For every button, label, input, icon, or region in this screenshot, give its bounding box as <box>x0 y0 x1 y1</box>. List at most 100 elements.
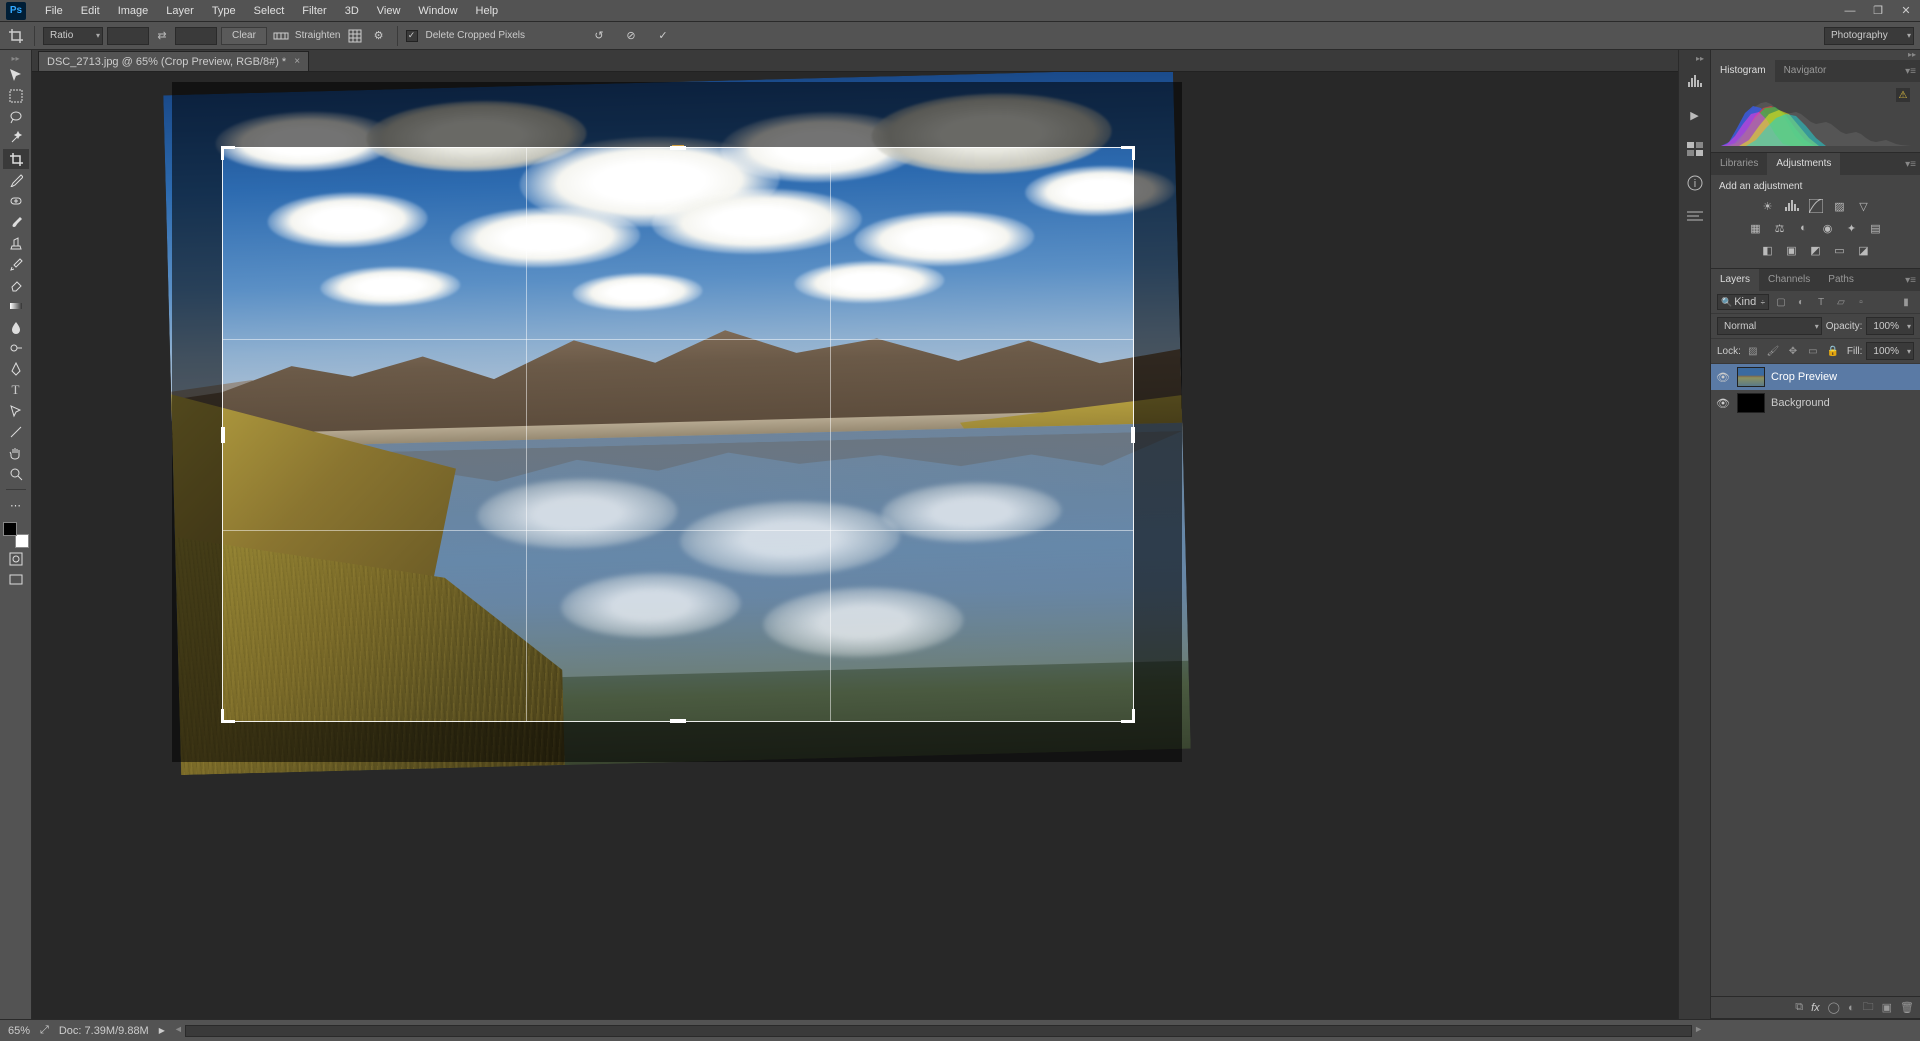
foreground-background-colors[interactable] <box>3 522 29 548</box>
menu-select[interactable]: Select <box>245 0 294 22</box>
crop-handle-left[interactable] <box>221 427 225 443</box>
layer-thumbnail[interactable] <box>1737 367 1765 387</box>
new-layer-icon[interactable]: ▣ <box>1882 1001 1892 1014</box>
paragraph-panel-icon[interactable] <box>1684 208 1706 226</box>
workspace-select[interactable]: Photography <box>1824 27 1914 45</box>
swap-dimensions-icon[interactable]: ⇄ <box>153 29 171 42</box>
crop-handle-bottom[interactable] <box>670 719 686 723</box>
lock-transparency-icon[interactable]: ▨ <box>1745 344 1761 358</box>
black-white-icon[interactable]: ◐ <box>1795 220 1813 236</box>
histogram-menu-icon[interactable]: ▾≡ <box>1905 66 1916 77</box>
clear-button[interactable]: Clear <box>221 27 267 45</box>
histogram-panel-icon[interactable] <box>1684 72 1706 90</box>
menu-filter[interactable]: Filter <box>293 0 335 22</box>
fill-field[interactable]: 100% <box>1866 342 1914 360</box>
gradient-map-icon[interactable]: ▭ <box>1831 242 1849 258</box>
dodge-tool[interactable] <box>3 338 29 358</box>
marquee-tool[interactable] <box>3 86 29 106</box>
history-brush-tool[interactable] <box>3 254 29 274</box>
layer-name[interactable]: Crop Preview <box>1771 371 1837 383</box>
exposure-icon[interactable]: ▨ <box>1831 198 1849 214</box>
menu-type[interactable]: Type <box>203 0 245 22</box>
eraser-tool[interactable] <box>3 275 29 295</box>
tab-paths[interactable]: Paths <box>1819 269 1863 291</box>
crop-options-gear-icon[interactable]: ⚙ <box>369 26 389 46</box>
layer-name[interactable]: Background <box>1771 397 1830 409</box>
vibrance-icon[interactable]: ▽ <box>1855 198 1873 214</box>
filter-smart-icon[interactable]: ▫ <box>1853 295 1869 309</box>
lasso-tool[interactable] <box>3 107 29 127</box>
layer-visibility-icon[interactable]: 👁 <box>1715 397 1731 410</box>
crop-height-field[interactable] <box>175 27 217 45</box>
new-group-icon[interactable]: 🗀 <box>1863 998 1874 1017</box>
swatches-panel-icon[interactable] <box>1684 140 1706 158</box>
layer-row[interactable]: 👁 Background <box>1711 390 1920 416</box>
crop-overlay-icon[interactable] <box>345 26 365 46</box>
menu-image[interactable]: Image <box>109 0 158 22</box>
lock-all-icon[interactable]: 🔒 <box>1825 344 1841 358</box>
levels-icon[interactable] <box>1783 198 1801 214</box>
hand-tool[interactable] <box>3 443 29 463</box>
quick-mask-icon[interactable] <box>3 549 29 569</box>
tab-navigator[interactable]: Navigator <box>1775 60 1836 82</box>
zoom-level[interactable]: 65% <box>8 1025 30 1037</box>
crop-handle-top[interactable] <box>670 146 686 150</box>
type-tool[interactable]: T <box>3 380 29 400</box>
opacity-field[interactable]: 100% <box>1866 317 1914 335</box>
healing-brush-tool[interactable] <box>3 191 29 211</box>
menu-window[interactable]: Window <box>409 0 466 22</box>
crop-handle-right[interactable] <box>1131 427 1135 443</box>
path-selection-tool[interactable] <box>3 401 29 421</box>
tab-layers[interactable]: Layers <box>1711 269 1759 291</box>
filter-pixel-icon[interactable]: ▢ <box>1773 295 1789 309</box>
menu-layer[interactable]: Layer <box>157 0 203 22</box>
window-close-icon[interactable]: ✕ <box>1892 0 1920 22</box>
zoom-tool[interactable] <box>3 464 29 484</box>
layers-menu-icon[interactable]: ▾≡ <box>1905 275 1916 286</box>
eyedropper-tool[interactable] <box>3 170 29 190</box>
cancel-crop-icon[interactable]: ⊘ <box>621 26 641 46</box>
screen-mode-icon[interactable] <box>3 570 29 590</box>
filter-adjustment-icon[interactable]: ◐ <box>1793 295 1809 309</box>
crop-tool[interactable] <box>3 149 29 169</box>
layer-mask-icon[interactable]: ◯ <box>1828 1001 1840 1014</box>
straighten-icon[interactable] <box>271 26 291 46</box>
layer-thumbnail[interactable] <box>1737 393 1765 413</box>
canvas[interactable] <box>32 72 1678 1019</box>
delete-cropped-checkbox[interactable]: ✓ <box>406 30 418 42</box>
lock-pixels-icon[interactable]: 🖌 <box>1765 344 1781 358</box>
new-adjustment-layer-icon[interactable]: ◐ <box>1848 1002 1855 1014</box>
menu-view[interactable]: View <box>368 0 410 22</box>
clone-stamp-tool[interactable] <box>3 233 29 253</box>
window-restore-icon[interactable]: ❐ <box>1864 0 1892 22</box>
color-lookup-icon[interactable]: ▤ <box>1867 220 1885 236</box>
horizontal-scrollbar[interactable] <box>185 1025 1692 1037</box>
line-tool[interactable] <box>3 422 29 442</box>
posterize-icon[interactable]: ▣ <box>1783 242 1801 258</box>
crop-handle-br[interactable] <box>1121 709 1135 723</box>
selective-color-icon[interactable]: ◪ <box>1855 242 1873 258</box>
link-layers-icon[interactable]: ⧉ <box>1795 1001 1803 1014</box>
layer-row[interactable]: 👁 Crop Preview <box>1711 364 1920 390</box>
magic-wand-tool[interactable] <box>3 128 29 148</box>
adjustments-menu-icon[interactable]: ▾≡ <box>1905 159 1916 170</box>
menu-file[interactable]: File <box>36 0 72 22</box>
lock-artboard-icon[interactable]: ▭ <box>1805 344 1821 358</box>
blend-mode-select[interactable]: Normal <box>1717 317 1822 335</box>
color-balance-icon[interactable]: ⚖ <box>1771 220 1789 236</box>
filter-shape-icon[interactable]: ▱ <box>1833 295 1849 309</box>
crop-tool-indicator-icon[interactable] <box>6 26 26 46</box>
menu-edit[interactable]: Edit <box>72 0 109 22</box>
actions-panel-icon[interactable]: ▶ <box>1684 106 1706 124</box>
doc-size[interactable]: Doc: 7.39M/9.88M <box>59 1025 149 1037</box>
panels-collapse-icon[interactable]: ▸▸ <box>1711 50 1920 60</box>
edit-toolbar-icon[interactable]: ⋯ <box>3 495 29 515</box>
document-tab[interactable]: DSC_2713.jpg @ 65% (Crop Preview, RGB/8#… <box>38 51 309 71</box>
lock-position-icon[interactable]: ✥ <box>1785 344 1801 358</box>
delete-layer-icon[interactable]: 🗑 <box>1900 1001 1914 1014</box>
tab-adjustments[interactable]: Adjustments <box>1767 153 1840 175</box>
crop-handle-tr[interactable] <box>1121 146 1135 160</box>
gradient-tool[interactable] <box>3 296 29 316</box>
close-tab-icon[interactable]: × <box>294 56 300 67</box>
crop-handle-tl[interactable] <box>221 146 235 160</box>
